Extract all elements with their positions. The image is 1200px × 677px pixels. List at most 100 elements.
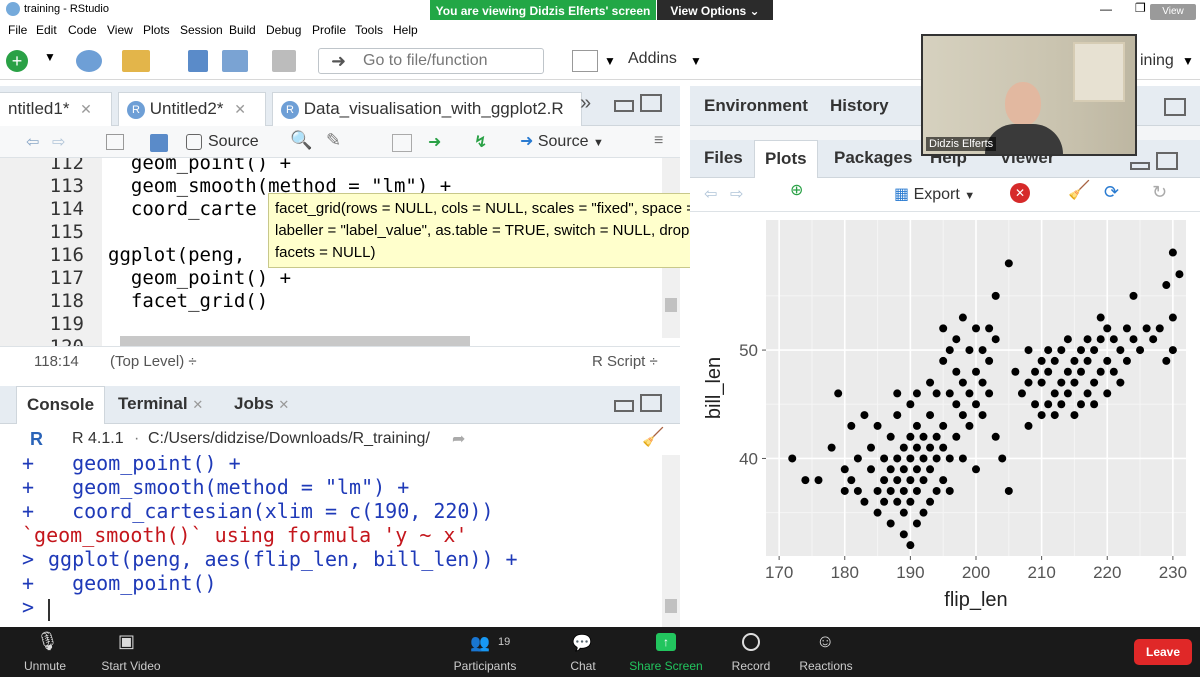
minimize-pane-icon[interactable] [614,100,634,112]
new-file-icon[interactable]: + [6,50,28,72]
tab-terminal[interactable]: Terminal ✕ [108,386,213,424]
tab-files[interactable]: Files [694,140,753,178]
menu-build[interactable]: Build [229,23,256,37]
clear-console-broom-icon[interactable]: 🧹 [642,427,664,448]
maximize-pane-icon[interactable] [1164,98,1186,116]
addins-menu[interactable]: Addins [628,50,677,68]
rerun-arrow-icon[interactable]: ↯ [474,132,487,152]
maximize-pane-icon[interactable] [640,394,662,412]
save-icon[interactable] [188,50,208,72]
tab-console[interactable]: Console [16,386,106,424]
maximize-pane-icon[interactable] [1156,152,1178,170]
minimize-pane-icon[interactable] [614,400,634,412]
save-all-icon[interactable] [222,50,248,72]
share-screen-button[interactable]: ↑ Share Screen [628,627,704,677]
tab-packages[interactable]: Packages [824,140,922,178]
console-tabbar: Console Terminal ✕ Jobs ✕ [0,386,680,424]
file-type-selector[interactable]: R Script ÷ [592,353,658,370]
menu-code[interactable]: Code [68,23,97,37]
tab-untitled2[interactable]: R Untitled2* ✕ [118,92,266,126]
tab-data-visualisation[interactable]: R Data_visualisation_with_ggplot2.R [272,92,582,126]
source-button[interactable]: ➜ Source ▼ [520,131,604,153]
participants-count: 19 [498,636,511,648]
search-icon[interactable]: 🔍 [290,130,312,151]
console-output[interactable]: + geom_point() + + geom_smooth(method = "… [0,455,680,627]
menu-help[interactable]: Help [393,23,418,37]
tab-environment[interactable]: Environment [694,88,818,126]
new-project-icon[interactable] [76,50,102,72]
show-in-window-icon[interactable] [106,134,124,150]
unmute-button[interactable]: 🎙 Unmute [10,627,80,677]
chevron-down-icon[interactable]: ▼ [44,50,56,72]
restore-icon[interactable]: ❐ [1135,1,1146,15]
chevron-down-icon[interactable]: ▼ [604,50,616,72]
zoom-icon[interactable]: ⊕ [790,180,803,200]
clear-plots-broom-icon[interactable]: 🧹 [1068,180,1090,201]
save-icon[interactable] [150,134,168,152]
leave-button[interactable]: Leave [1134,639,1192,665]
tab-untitled1[interactable]: ntitled1* ✕ [0,92,112,126]
back-arrow-icon[interactable]: ⇦ [704,184,717,204]
refresh-icon[interactable]: ↻ [1152,182,1167,203]
close-icon[interactable]: ✕ [80,101,92,117]
scope-selector[interactable]: (Top Level) ÷ [110,353,197,370]
minimize-icon[interactable]: — [1100,2,1112,16]
data-point [893,389,902,398]
data-point [1096,335,1105,344]
goto-file-input[interactable]: ➜ Go to file/function [318,48,544,74]
export-menu[interactable]: ▦ Export ▼ [894,184,975,204]
code-tools-wand-icon[interactable]: ✎ [326,130,341,151]
close-icon[interactable]: ✕ [192,397,203,412]
menu-debug[interactable]: Debug [266,23,301,37]
chevron-down-icon[interactable]: ▼ [690,54,702,68]
data-point [991,335,1000,344]
start-video-button[interactable]: ▣ Start Video [94,627,168,677]
close-icon[interactable]: ✕ [278,397,289,412]
tab-plots[interactable]: Plots [754,140,818,178]
data-point [978,378,987,387]
scrollbar-thumb[interactable] [665,298,677,312]
outline-icon[interactable]: ≡ [654,132,663,150]
forward-arrow-icon[interactable]: ⇨ [52,132,65,152]
more-tabs-icon[interactable]: » [580,92,591,115]
menu-tools[interactable]: Tools [355,23,383,37]
scrollbar-thumb[interactable] [665,599,677,613]
run-arrow-icon[interactable]: ➜ [428,132,441,152]
compile-report-icon[interactable] [392,134,412,152]
open-folder-icon[interactable] [122,50,150,72]
source-on-save-checkbox[interactable] [186,134,202,150]
back-arrow-icon[interactable]: ⇦ [26,132,39,152]
delete-plot-icon[interactable]: ✕ [1010,183,1030,203]
maximize-pane-icon[interactable] [640,94,662,112]
record-button[interactable]: Record [724,627,778,677]
minimize-pane-icon[interactable] [1130,162,1150,170]
menu-profile[interactable]: Profile [312,23,346,37]
chat-button[interactable]: 💬 Chat [560,627,606,677]
print-icon[interactable] [272,50,296,72]
grid-layout-icon[interactable] [572,50,598,72]
menu-session[interactable]: Session [180,23,223,37]
publish-icon[interactable]: ⟳ [1104,182,1119,203]
forward-arrow-icon[interactable]: ⇨ [730,184,743,204]
project-menu[interactable]: ining [1140,52,1174,70]
chevron-down-icon[interactable]: ▼ [1182,54,1194,68]
data-point [1044,346,1053,355]
participants-button[interactable]: 👥 19 Participants [448,627,522,677]
console-scrollbar[interactable] [662,455,680,627]
menu-plots[interactable]: Plots [143,23,170,37]
close-icon[interactable]: ✕ [234,101,246,117]
menu-edit[interactable]: Edit [36,23,57,37]
editor-horizontal-scrollbar[interactable] [120,336,470,346]
zoom-view-button[interactable]: View [1150,4,1196,20]
share-screen-icon: ↑ [656,633,676,651]
data-point [1070,411,1079,420]
tab-jobs[interactable]: Jobs ✕ [224,386,299,424]
reactions-button[interactable]: ☺ Reactions [796,627,856,677]
menu-view[interactable]: View [107,23,133,37]
go-to-directory-icon[interactable]: ➦ [452,429,465,449]
menu-file[interactable]: File [8,23,27,37]
view-options-button[interactable]: View Options ⌄ [657,0,773,22]
data-point [919,508,928,517]
data-point [972,367,980,376]
tab-history[interactable]: History [820,88,899,126]
